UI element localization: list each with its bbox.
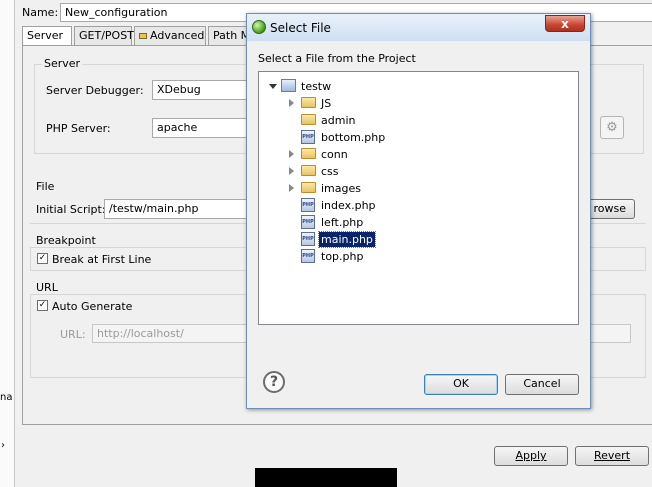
expand-arrow-icon[interactable] (269, 84, 277, 89)
close-button[interactable]: x (545, 15, 585, 32)
file-group-title: File (36, 180, 55, 193)
collapse-arrow-icon[interactable] (289, 167, 294, 175)
tree-item-label: main.php (318, 231, 376, 248)
url-label: URL: (60, 328, 86, 341)
tree-item[interactable]: conn (287, 146, 559, 163)
php-server-select[interactable]: apache (152, 118, 252, 138)
collapse-arrow-icon[interactable] (289, 99, 294, 107)
initial-script-label: Initial Script: (36, 203, 106, 216)
name-label: Name: (22, 6, 59, 19)
left-panel-text: na (0, 392, 13, 403)
tab-server[interactable]: Server (22, 26, 72, 46)
ok-button[interactable]: OK (424, 374, 498, 395)
left-panel-arrow-icon[interactable]: › (1, 440, 5, 451)
tree-item-label: index.php (321, 199, 376, 212)
tree-item[interactable]: css (287, 163, 559, 180)
tree-item[interactable]: PHP bottom.php (287, 129, 559, 146)
configure-server-button[interactable]: ⚙ (600, 116, 624, 139)
cancel-button[interactable]: Cancel (505, 374, 579, 395)
server-debugger-label: Server Debugger: (46, 84, 144, 97)
tab-get-post-label: GET/POST (79, 29, 134, 42)
apply-button[interactable]: Apply (494, 446, 568, 466)
tree-item[interactable]: PHP top.php (287, 248, 559, 265)
folder-icon (301, 97, 316, 108)
dialog-title: Select File (270, 21, 331, 35)
help-icon: ? (269, 374, 279, 390)
tree-item-label: JS (321, 97, 332, 110)
tab-get-post[interactable]: GET/POST (74, 26, 134, 45)
lock-icon (139, 33, 147, 39)
break-first-line-checkbox[interactable]: ✓ (37, 253, 48, 264)
tree-item[interactable]: images (287, 180, 559, 197)
tree-item-label: bottom.php (321, 131, 386, 144)
revert-button[interactable]: Revert (575, 446, 649, 466)
tree-item-label: css (321, 165, 339, 178)
folder-icon (301, 182, 316, 193)
close-icon: x (561, 17, 569, 31)
server-debugger-select[interactable]: XDebug (152, 80, 252, 100)
php-file-icon: PHP (301, 232, 315, 246)
left-panel-strip: na › (0, 0, 15, 487)
initial-script-input[interactable]: /testw/main.php (104, 199, 252, 219)
dialog-prompt: Select a File from the Project (258, 52, 416, 65)
folder-icon (301, 165, 316, 176)
php-file-icon: PHP (301, 130, 315, 144)
auto-generate-label: Auto Generate (52, 300, 133, 313)
gear-icon: ⚙ (606, 120, 618, 135)
tree-item-label: conn (321, 148, 348, 161)
tree-item[interactable]: admin (287, 112, 559, 129)
folder-icon (301, 148, 316, 159)
tree-item[interactable]: JS (287, 95, 559, 112)
folder-icon (301, 114, 316, 125)
tab-server-label: Server (27, 29, 64, 42)
tree-item[interactable]: PHP index.php (287, 197, 559, 214)
select-file-dialog: Select File x Select a File from the Pro… (246, 13, 591, 409)
url-group-title: URL (36, 281, 58, 294)
collapse-arrow-icon[interactable] (289, 150, 294, 158)
tab-path-mapping-label: Path M (213, 29, 251, 42)
help-button[interactable]: ? (263, 371, 285, 393)
tree-item-label: left.php (321, 216, 364, 229)
breakpoint-group-title: Breakpoint (36, 234, 96, 247)
revert-button-label: Revert (593, 449, 631, 462)
auto-generate-checkbox[interactable]: ✓ (37, 300, 48, 311)
break-first-line-label: Break at First Line (52, 253, 152, 266)
tree-item-label: images (321, 182, 361, 195)
tree-item-label: top.php (321, 250, 364, 263)
server-group-title: Server (42, 57, 83, 70)
collapse-arrow-icon[interactable] (289, 184, 294, 192)
eclipse-app-icon (252, 20, 266, 34)
php-server-label: PHP Server: (46, 122, 111, 135)
tree-item[interactable]: PHP left.php (287, 214, 559, 231)
tree-item[interactable]: testw (267, 78, 559, 95)
php-file-icon: PHP (301, 249, 315, 263)
project-icon (281, 79, 296, 92)
tree-item-label: admin (321, 114, 356, 127)
php-file-icon: PHP (301, 198, 315, 212)
project-file-tree[interactable]: testw JS admin PHP bottom.php conn css images PH… (258, 71, 579, 325)
tree-item[interactable]: PHP main.php (287, 231, 559, 248)
tab-advanced-label: Advanced (150, 29, 205, 42)
tab-advanced[interactable]: Advanced (134, 26, 206, 45)
dialog-titlebar[interactable]: Select File x (247, 14, 590, 41)
tree-item-label: testw (301, 80, 332, 93)
php-file-icon: PHP (301, 215, 315, 229)
apply-button-label: Apply (515, 449, 547, 462)
taskbar-fragment (255, 468, 397, 487)
